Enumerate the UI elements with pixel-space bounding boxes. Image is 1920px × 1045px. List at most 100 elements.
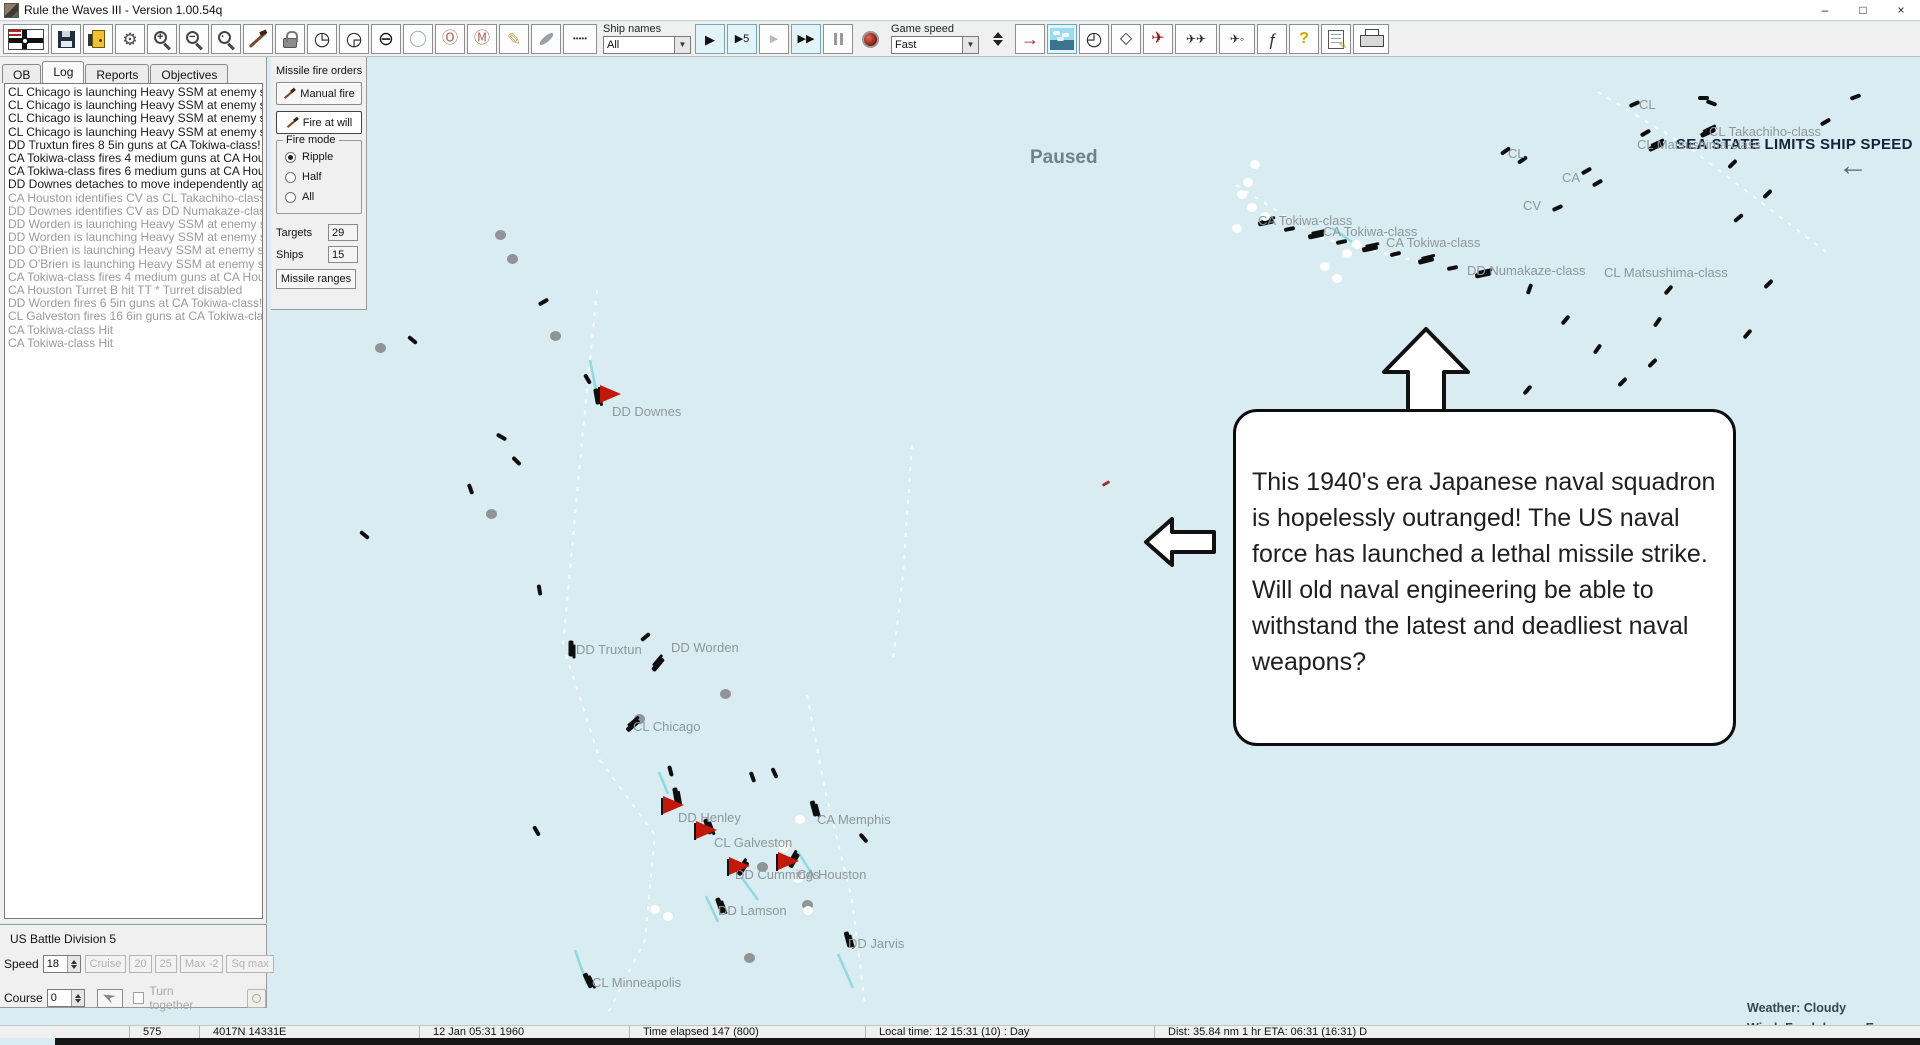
close-button[interactable]: × (1882, 0, 1920, 20)
advance-arrow-button[interactable]: → (1015, 24, 1045, 54)
tab-reports[interactable]: Reports (85, 64, 149, 83)
log-entry[interactable]: DD Downes detaches to move independently… (8, 178, 262, 191)
chevron-down-icon[interactable]: ▼ (962, 37, 978, 53)
manual-fire-button[interactable]: Manual fire (276, 82, 362, 105)
spinner-arrows-icon[interactable] (67, 956, 80, 972)
lightning-button[interactable]: ƒ (1257, 24, 1287, 54)
division-name: US Battle Division 5 (10, 932, 116, 946)
gears-button[interactable]: ⚙ (115, 24, 145, 54)
clock-button[interactable]: ◷ (307, 24, 337, 54)
stopwatch-button[interactable]: ◴ (1079, 24, 1109, 54)
annotation-text: This 1940's era Japanese naval squadron … (1252, 464, 1717, 680)
dots-button[interactable]: ••••• (563, 24, 597, 54)
gunnery-button[interactable] (243, 24, 273, 54)
pause-icon (834, 33, 843, 45)
log-entry[interactable]: CA Tokiwa-class Hit (8, 337, 262, 350)
tab-objectives[interactable]: Objectives (150, 64, 228, 83)
help-button[interactable]: ? (1289, 24, 1319, 54)
speed-preset-button-25[interactable]: 25 (155, 955, 177, 973)
chevron-down-icon[interactable]: ▼ (674, 37, 690, 53)
pause-button[interactable] (823, 24, 853, 54)
fire-mode-option-ripple[interactable]: Ripple (285, 151, 361, 163)
missile-fire-orders-panel: Missile fire orders Manual fire Fire at … (271, 57, 367, 310)
log-entry[interactable]: DD O'Brien is launching Heavy SSM at ene… (8, 258, 262, 271)
fire-mode-option-all[interactable]: All (285, 191, 361, 203)
notes-button[interactable] (1321, 24, 1351, 54)
set-course-button[interactable] (97, 989, 122, 1008)
tab-log[interactable]: Log (42, 61, 84, 83)
speed-preset-button-max-2[interactable]: Max -2 (180, 955, 224, 973)
radio-icon[interactable] (285, 152, 296, 163)
ensign-flag-button[interactable] (3, 24, 49, 54)
title-bar: Rule the Waves III - Version 1.00.54q –□… (0, 0, 1920, 21)
log-entry[interactable]: CA Houston identifies CV as CL Takachiho… (8, 192, 262, 205)
radio-label: All (302, 191, 314, 203)
ships-label: Ships (276, 249, 328, 261)
smoke-puff (1332, 274, 1342, 283)
zoom-area-button[interactable]: · (211, 24, 241, 54)
ship-names-dropdown[interactable]: All▼ (603, 36, 691, 54)
log-entry[interactable]: CL Chicago is launching Heavy SSM at ene… (8, 126, 262, 139)
zoom-out-button[interactable]: − (179, 24, 209, 54)
print-icon (1360, 33, 1382, 49)
clock-alt-button[interactable]: ◶ (339, 24, 369, 54)
minimize-button[interactable]: – (1806, 0, 1844, 20)
game-speed-dropdown[interactable]: Fast▼ (891, 36, 979, 54)
speed-spinner[interactable] (983, 24, 1013, 54)
log-entry[interactable]: DD O'Brien is launching Heavy SSM at ene… (8, 244, 262, 257)
feather-button[interactable] (531, 24, 561, 54)
formation-circle-button[interactable] (247, 989, 266, 1008)
radio-icon[interactable] (285, 172, 296, 183)
signal-book-button[interactable]: ◇ (1111, 24, 1141, 54)
spinner-arrows-icon[interactable] (71, 990, 84, 1006)
status-cell (0, 1026, 130, 1038)
zoom-out-icon: − (186, 31, 199, 44)
air-formation-icon: ✈✈ (1186, 33, 1206, 45)
save-button[interactable] (51, 24, 81, 54)
turn-together-label: Turn together (149, 984, 218, 1012)
lock-button[interactable] (275, 24, 305, 54)
play-step-button[interactable]: ▶ (759, 24, 789, 54)
play-5-button[interactable]: ▶5 (727, 24, 757, 54)
targets-label: Targets (276, 227, 328, 239)
fast-forward-button[interactable]: ▶▶ (791, 24, 821, 54)
speed-preset-button-cruise[interactable]: Cruise (85, 955, 127, 973)
missile-ranges-button[interactable]: Missile ranges (276, 269, 356, 289)
pencil-button[interactable]: ✎ (499, 24, 529, 54)
circle-dash-button[interactable]: ⊖ (371, 24, 401, 54)
ship-mark[interactable] (569, 641, 574, 657)
log-list[interactable]: CL Chicago is launching Heavy SSM at ene… (4, 83, 263, 919)
fire-mode-option-half[interactable]: Half (285, 171, 361, 183)
turn-together-checkbox[interactable] (133, 992, 145, 1004)
dots-icon: ••••• (573, 35, 587, 43)
log-entry[interactable]: CL Chicago is launching Heavy SSM at ene… (8, 112, 262, 125)
radio-icon[interactable] (285, 192, 296, 203)
circle-o-button[interactable]: Ⓞ (435, 24, 465, 54)
air-strike-button[interactable]: ✈ (1143, 24, 1173, 54)
air-patrol-button[interactable]: ✈◦ (1219, 24, 1255, 54)
status-cell: 4017N 14331E (200, 1026, 420, 1038)
maximize-button[interactable]: □ (1844, 0, 1882, 20)
circle-m-button[interactable]: Ⓜ (467, 24, 497, 54)
air-formation-button[interactable]: ✈✈ (1175, 24, 1217, 54)
circle-green-button[interactable]: ◯ (403, 24, 433, 54)
ship-names-group: Ship namesAll▼ (603, 23, 691, 54)
ship-label: DD Jarvis (848, 936, 904, 951)
exit-door-icon (92, 30, 105, 48)
log-entry[interactable]: CA Tokiwa-class Hit (8, 324, 262, 337)
print-button[interactable] (1353, 24, 1389, 54)
tab-ob[interactable]: OB (2, 64, 41, 83)
status-bar: 5754017N 14331E12 Jan 05:31 1960Time ela… (0, 1025, 1920, 1038)
course-stepper[interactable]: 0 (47, 989, 86, 1007)
circle-o-icon: Ⓞ (442, 31, 458, 47)
speed-stepper[interactable]: 18 (43, 955, 81, 973)
speed-preset-button-sq-max[interactable]: Sq max (226, 955, 273, 973)
speed-preset-button-20[interactable]: 20 (129, 955, 151, 973)
fire-at-will-button[interactable]: Fire at will (276, 111, 362, 134)
zoom-in-button[interactable]: + (147, 24, 177, 54)
speed-knob[interactable] (855, 24, 885, 54)
weather-button[interactable] (1047, 24, 1077, 54)
log-entry[interactable]: CL Galveston fires 16 6in guns at CA Tok… (8, 310, 262, 323)
exit-door-button[interactable] (83, 24, 113, 54)
play-button[interactable]: ▶ (695, 24, 725, 54)
